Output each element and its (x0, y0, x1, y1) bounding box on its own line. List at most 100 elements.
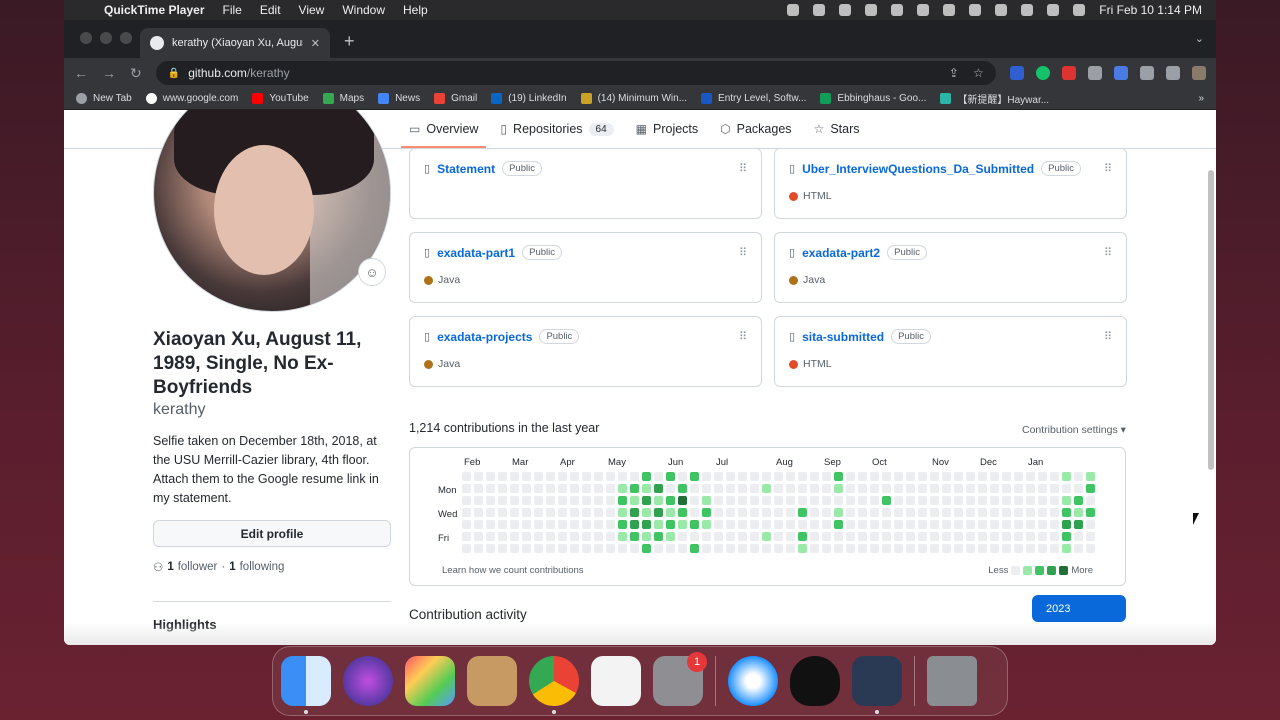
contribution-day-cell[interactable] (954, 496, 963, 505)
contribution-day-cell[interactable] (906, 544, 915, 553)
contribution-day-cell[interactable] (558, 484, 567, 493)
contribution-day-cell[interactable] (870, 532, 879, 541)
contribution-day-cell[interactable] (510, 484, 519, 493)
contribution-day-cell[interactable] (486, 508, 495, 517)
contribution-day-cell[interactable] (474, 532, 483, 541)
contribution-day-cell[interactable] (1050, 472, 1059, 481)
contribution-day-cell[interactable] (1002, 520, 1011, 529)
bookmark-item[interactable]: 【新提醒】Haywar... (940, 91, 1049, 106)
contribution-day-cell[interactable] (966, 508, 975, 517)
contribution-day-cell[interactable] (498, 484, 507, 493)
contribution-day-cell[interactable] (762, 484, 771, 493)
contribution-day-cell[interactable] (906, 520, 915, 529)
repo-link[interactable]: exadata-part2 (802, 246, 880, 260)
contribution-day-cell[interactable] (882, 532, 891, 541)
contribution-day-cell[interactable] (1086, 508, 1095, 517)
contribution-day-cell[interactable] (918, 484, 927, 493)
contribution-day-cell[interactable] (1050, 496, 1059, 505)
contribution-day-cell[interactable] (726, 472, 735, 481)
contribution-day-cell[interactable] (654, 496, 663, 505)
contribution-day-cell[interactable] (870, 472, 879, 481)
contribution-day-cell[interactable] (666, 532, 675, 541)
contribution-day-cell[interactable] (522, 508, 531, 517)
contribution-day-cell[interactable] (1086, 484, 1095, 493)
contribution-day-cell[interactable] (858, 520, 867, 529)
repo-link[interactable]: exadata-projects (437, 330, 532, 344)
contribution-day-cell[interactable] (474, 544, 483, 553)
contribution-day-cell[interactable] (918, 520, 927, 529)
contribution-day-cell[interactable] (762, 532, 771, 541)
contribution-day-cell[interactable] (642, 520, 651, 529)
tray-app-icon[interactable] (943, 4, 956, 16)
contribution-day-cell[interactable] (1086, 544, 1095, 553)
contribution-day-cell[interactable] (846, 508, 855, 517)
contribution-day-cell[interactable] (918, 472, 927, 481)
contribution-day-cell[interactable] (930, 520, 939, 529)
contribution-day-cell[interactable] (942, 532, 951, 541)
contribution-day-cell[interactable] (750, 472, 759, 481)
contribution-day-cell[interactable] (810, 508, 819, 517)
contribution-day-cell[interactable] (738, 484, 747, 493)
contribution-day-cell[interactable] (810, 544, 819, 553)
contribution-day-cell[interactable] (582, 508, 591, 517)
contribution-day-cell[interactable] (522, 484, 531, 493)
contribution-day-cell[interactable] (1038, 544, 1047, 553)
contribution-day-cell[interactable] (894, 508, 903, 517)
bookmark-item[interactable]: www.google.com (145, 93, 238, 104)
contribution-day-cell[interactable] (726, 544, 735, 553)
contribution-day-cell[interactable] (1038, 472, 1047, 481)
extensions-puzzle-icon[interactable] (1139, 66, 1154, 80)
contribution-day-cell[interactable] (882, 520, 891, 529)
back-icon[interactable]: ← (74, 65, 88, 81)
tab-projects[interactable]: ▦ Projects (636, 110, 699, 148)
contribution-day-cell[interactable] (1062, 496, 1071, 505)
contribution-day-cell[interactable] (702, 532, 711, 541)
contribution-day-cell[interactable] (558, 520, 567, 529)
contribution-day-cell[interactable] (642, 532, 651, 541)
contribution-day-cell[interactable] (978, 508, 987, 517)
contribution-day-cell[interactable] (906, 472, 915, 481)
contribution-day-cell[interactable] (822, 484, 831, 493)
contribution-day-cell[interactable] (498, 520, 507, 529)
contribution-day-cell[interactable] (1026, 532, 1035, 541)
contribution-day-cell[interactable] (462, 532, 471, 541)
contribution-day-cell[interactable] (762, 496, 771, 505)
contribution-day-cell[interactable] (930, 544, 939, 553)
contribution-day-cell[interactable] (822, 532, 831, 541)
contribution-day-cell[interactable] (738, 544, 747, 553)
contribution-day-cell[interactable] (546, 472, 555, 481)
contribution-day-cell[interactable] (642, 544, 651, 553)
contribution-day-cell[interactable] (534, 496, 543, 505)
contribution-day-cell[interactable] (1062, 532, 1071, 541)
contribution-day-cell[interactable] (690, 520, 699, 529)
contribution-day-cell[interactable] (606, 520, 615, 529)
contribution-day-cell[interactable] (810, 496, 819, 505)
contribution-day-cell[interactable] (714, 520, 723, 529)
contribution-day-cell[interactable] (858, 544, 867, 553)
contribution-day-cell[interactable] (930, 508, 939, 517)
contribution-day-cell[interactable] (558, 544, 567, 553)
contribution-day-cell[interactable] (558, 472, 567, 481)
profile-avatar-icon[interactable] (1191, 66, 1206, 80)
contribution-day-cell[interactable] (570, 472, 579, 481)
contribution-settings-dropdown[interactable]: Contribution settings ▾ (1022, 424, 1126, 436)
dropbox-icon[interactable] (917, 4, 930, 16)
contribution-day-cell[interactable] (738, 472, 747, 481)
contribution-day-cell[interactable] (702, 496, 711, 505)
contribution-day-cell[interactable] (690, 508, 699, 517)
contribution-day-cell[interactable] (750, 520, 759, 529)
contribution-day-cell[interactable] (894, 520, 903, 529)
contribution-day-cell[interactable] (630, 532, 639, 541)
contribution-day-cell[interactable] (786, 496, 795, 505)
contribution-day-cell[interactable] (822, 520, 831, 529)
contribution-day-cell[interactable] (486, 472, 495, 481)
contribution-day-cell[interactable] (546, 544, 555, 553)
share-icon[interactable]: ⇪ (949, 66, 959, 80)
contribution-day-cell[interactable] (774, 508, 783, 517)
contribution-day-cell[interactable] (642, 484, 651, 493)
contribution-day-cell[interactable] (1026, 520, 1035, 529)
contribution-day-cell[interactable] (858, 496, 867, 505)
contribution-day-cell[interactable] (858, 508, 867, 517)
lock-icon[interactable]: 🔒 (168, 68, 180, 79)
contribution-day-cell[interactable] (678, 484, 687, 493)
